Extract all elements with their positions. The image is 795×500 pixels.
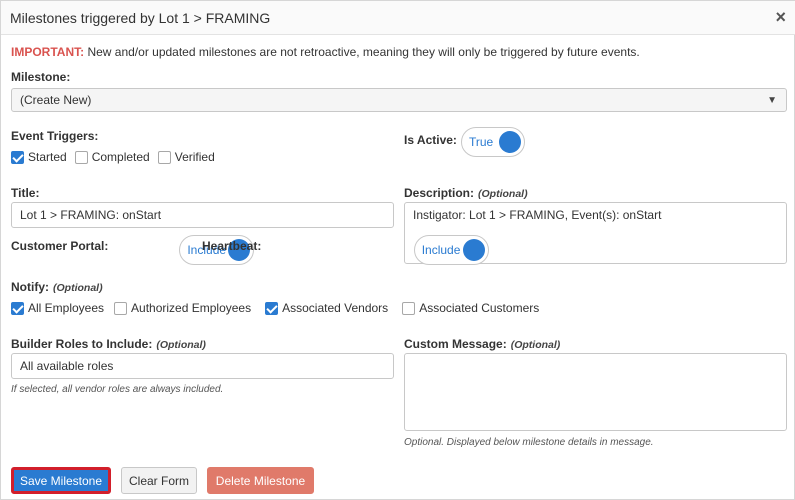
milestone-select[interactable]: (Create New) ▼ [11, 88, 787, 112]
notify-label-row: Notify: (Optional) [11, 280, 103, 294]
notify-associated-vendors-checkbox[interactable]: Associated Vendors [265, 301, 388, 315]
notify-authorized-employees-checkbox[interactable]: Authorized Employees [114, 301, 251, 315]
notify-authorized-employees-label: Authorized Employees [131, 301, 252, 315]
trigger-verified-checkbox[interactable]: Verified [157, 150, 215, 164]
delete-milestone-button[interactable]: Delete Milestone [207, 467, 314, 494]
description-label-row: Description: (Optional) [404, 186, 528, 200]
custom-message-hint: Optional. Displayed below milestone deta… [404, 437, 654, 448]
builder-roles-optional: (Optional) [156, 339, 206, 351]
checkbox-empty-icon [157, 150, 171, 164]
custom-message-label: Custom Message: [404, 337, 507, 351]
checkbox-empty-icon [114, 301, 128, 315]
notify-associated-vendors-label: Associated Vendors [282, 301, 389, 315]
checkbox-checked-icon [11, 301, 24, 315]
clear-form-button[interactable]: Clear Form [121, 467, 197, 494]
notify-associated-customers-checkbox[interactable]: Associated Customers [402, 301, 539, 315]
save-milestone-button[interactable]: Save Milestone [11, 467, 111, 494]
event-triggers-label: Event Triggers: [11, 129, 99, 143]
checkbox-empty-icon [74, 150, 88, 164]
dialog-header: Milestones triggered by Lot 1 > FRAMING … [1, 1, 795, 35]
checkbox-checked-icon [265, 301, 279, 315]
is-active-toggle[interactable]: True [461, 127, 525, 157]
custom-message-optional: (Optional) [510, 339, 561, 351]
notify-group: All Employees Authorized Employees Assoc… [11, 301, 547, 315]
chevron-down-icon: ▼ [767, 95, 777, 106]
title-label: Title: [11, 186, 40, 200]
notify-all-employees-label: All Employees [28, 301, 105, 315]
notify-associated-customers-label: Associated Customers [419, 301, 540, 315]
trigger-completed-checkbox[interactable]: Completed [74, 150, 150, 164]
custom-message-textarea[interactable] [404, 353, 787, 431]
toggle-knob [462, 239, 485, 261]
builder-roles-hint: If selected, all vendor roles are always… [11, 384, 224, 395]
heartbeat-label: Heartbeat: [202, 239, 262, 253]
notify-label: Notify: [11, 280, 49, 294]
milestone-dialog: Milestones triggered by Lot 1 > FRAMING … [0, 0, 795, 500]
toggle-knob [499, 131, 521, 153]
milestone-label: Milestone: [11, 70, 71, 84]
is-active-value: True [469, 135, 494, 149]
heartbeat-value: Include [421, 243, 461, 257]
builder-roles-label: Builder Roles to Include: [11, 337, 153, 351]
dialog-title: Milestones triggered by Lot 1 > FRAMING [10, 10, 271, 26]
important-notice: IMPORTANT: New and/or updated milestones… [11, 45, 640, 59]
description-optional: (Optional) [478, 188, 528, 200]
close-icon[interactable]: × [775, 7, 786, 27]
checkbox-empty-icon [402, 301, 416, 315]
milestone-select-value: (Create New) [20, 93, 92, 107]
event-triggers-group: Started Completed Verified [11, 150, 223, 164]
builder-roles-label-row: Builder Roles to Include: (Optional) [11, 337, 206, 351]
trigger-started-checkbox[interactable]: Started [11, 150, 67, 164]
custom-message-label-row: Custom Message: (Optional) [404, 337, 560, 351]
customer-portal-label: Customer Portal: [11, 239, 109, 253]
trigger-started-label: Started [28, 150, 67, 164]
description-label: Description: [404, 186, 475, 200]
notify-all-employees-checkbox[interactable]: All Employees [11, 301, 104, 315]
trigger-completed-label: Completed [91, 150, 150, 164]
checkbox-checked-icon [11, 150, 24, 164]
title-input[interactable]: Lot 1 > FRAMING: onStart [11, 202, 394, 228]
builder-roles-input[interactable]: All available roles [11, 353, 394, 379]
important-prefix: IMPORTANT: [11, 45, 85, 59]
important-text: New and/or updated milestones are not re… [84, 45, 640, 59]
notify-optional: (Optional) [53, 282, 103, 294]
is-active-label: Is Active: [404, 133, 457, 147]
trigger-verified-label: Verified [174, 150, 215, 164]
heartbeat-toggle[interactable]: Include [413, 235, 489, 265]
